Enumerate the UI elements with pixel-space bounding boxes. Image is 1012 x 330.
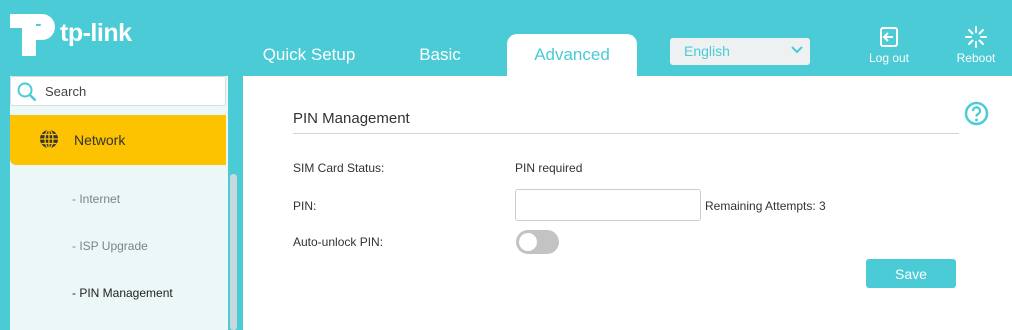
- tp-link-logo-icon: [10, 14, 55, 56]
- logout-label: Log out: [868, 51, 910, 65]
- chevron-down-icon: [791, 46, 803, 54]
- brand-name: tp-link: [60, 18, 132, 47]
- pin-field[interactable]: [515, 189, 701, 221]
- language-selected: English: [684, 43, 730, 59]
- reboot-icon: [965, 26, 987, 48]
- sim-status-label: SIM Card Status:: [293, 161, 385, 175]
- search-placeholder: Search: [45, 84, 87, 99]
- sim-status-value: PIN required: [515, 161, 583, 175]
- sidebar-item-pin-management[interactable]: - PIN Management: [72, 286, 173, 300]
- sidebar-item-internet[interactable]: - Internet: [72, 192, 120, 206]
- remaining-attempts: Remaining Attempts: 3: [705, 199, 826, 213]
- tab-quick-setup[interactable]: Quick Setup: [244, 34, 374, 76]
- reboot-label: Reboot: [956, 51, 996, 65]
- pin-label: PIN:: [293, 199, 317, 213]
- brand-logo: tp-link: [8, 10, 132, 56]
- tab-basic[interactable]: Basic: [375, 34, 505, 76]
- logout-button[interactable]: Log out: [859, 26, 919, 65]
- sidebar-item-network[interactable]: Network: [10, 115, 226, 165]
- sidebar-item-network-label: Network: [74, 132, 126, 148]
- search-icon: [17, 82, 37, 102]
- search-input[interactable]: Search: [10, 76, 226, 106]
- auto-unlock-toggle[interactable]: [516, 230, 559, 254]
- auto-unlock-label: Auto-unlock PIN:: [293, 235, 384, 249]
- help-icon[interactable]: [964, 101, 989, 126]
- sidebar-item-isp-upgrade[interactable]: - ISP Upgrade: [72, 239, 148, 253]
- section-divider: [293, 133, 959, 134]
- toggle-knob: [519, 233, 537, 251]
- reboot-button[interactable]: Reboot: [946, 26, 1006, 65]
- section-title: PIN Management: [293, 110, 410, 127]
- globe-icon: [40, 129, 58, 149]
- sidebar-scrollbar[interactable]: [230, 174, 237, 330]
- logout-icon: [880, 27, 898, 47]
- save-button[interactable]: Save: [866, 259, 956, 288]
- language-select[interactable]: English: [670, 38, 810, 65]
- tab-advanced[interactable]: Advanced: [507, 34, 637, 76]
